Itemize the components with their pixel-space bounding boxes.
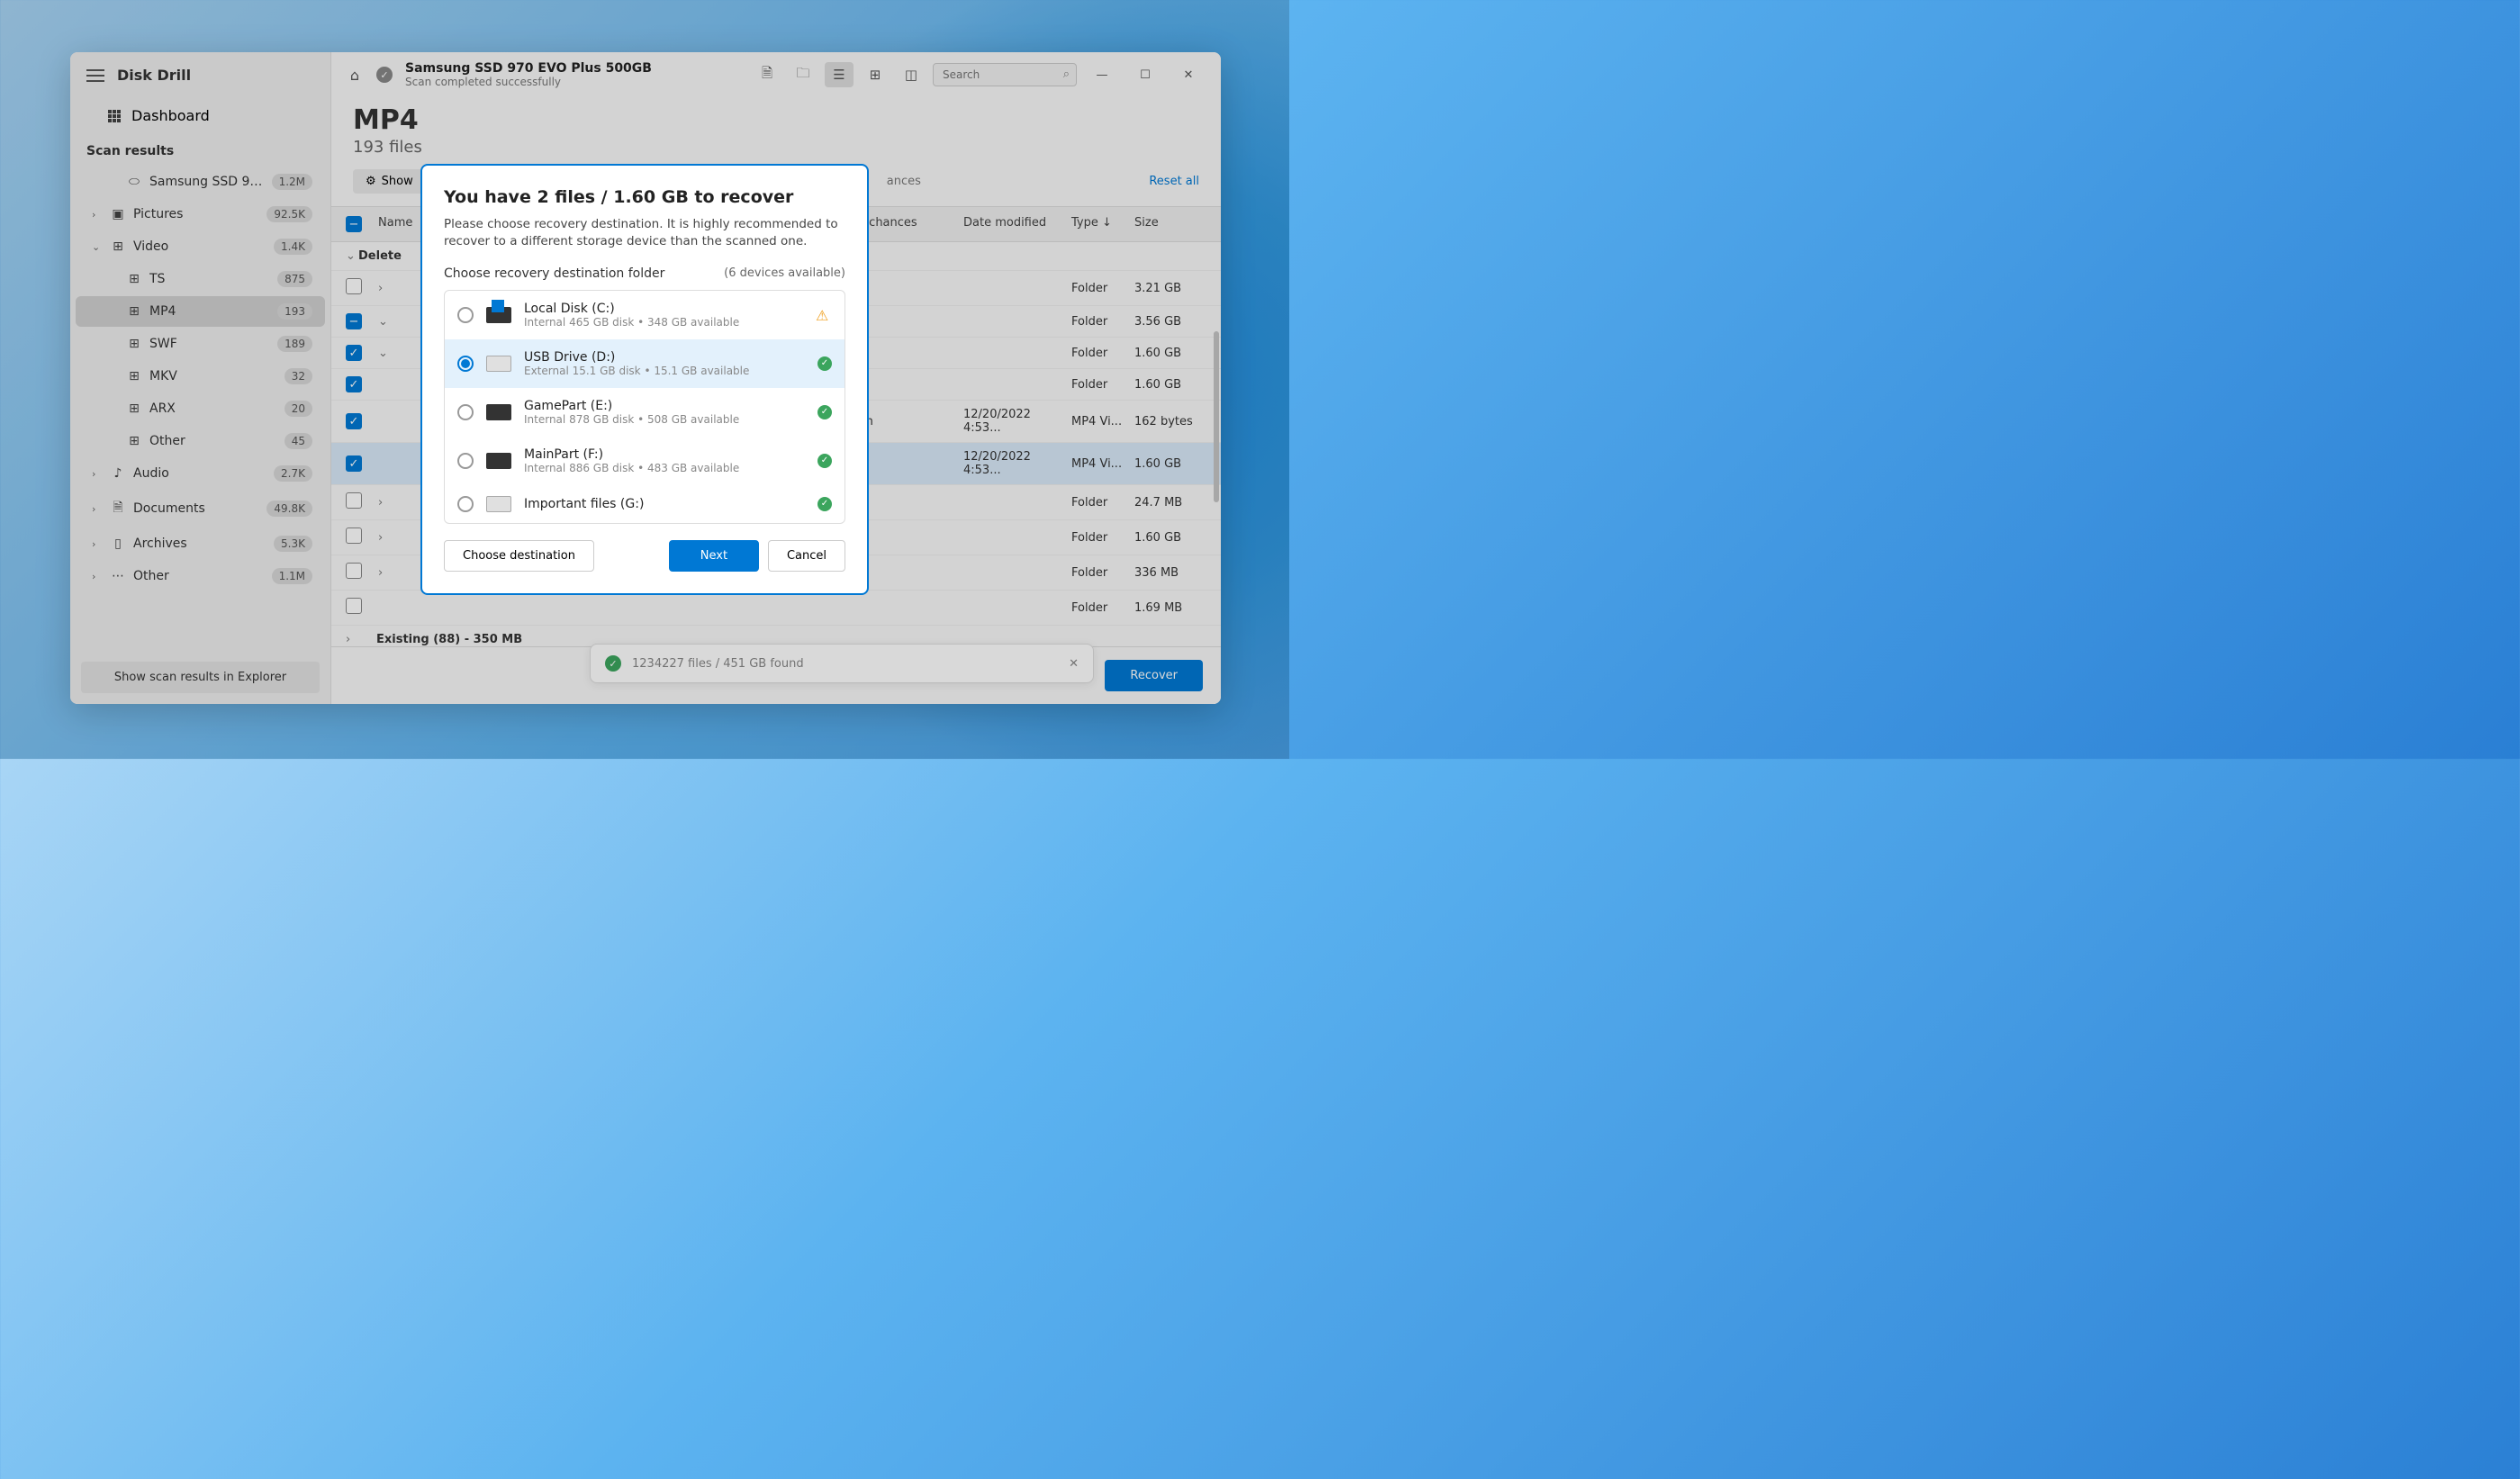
radio-button[interactable] [457, 356, 474, 372]
device-option[interactable]: GamePart (E:)Internal 878 GB disk • 508 … [445, 388, 845, 437]
choose-destination-button[interactable]: Choose destination [444, 540, 594, 572]
warning-icon: ⚠ [816, 307, 832, 323]
cancel-button[interactable]: Cancel [768, 540, 845, 572]
modal-description: Please choose recovery destination. It i… [444, 216, 845, 250]
modal-overlay: You have 2 files / 1.60 GB to recover Pl… [0, 0, 1289, 759]
drive-icon [486, 496, 511, 512]
usb-drive-icon [486, 356, 511, 372]
device-list[interactable]: Local Disk (C:)Internal 465 GB disk • 34… [444, 290, 845, 524]
device-option[interactable]: USB Drive (D:)External 15.1 GB disk • 15… [445, 339, 845, 388]
radio-button[interactable] [457, 453, 474, 469]
check-icon: ✓ [817, 497, 832, 511]
modal-subheading: Choose recovery destination folder [444, 266, 664, 281]
check-icon: ✓ [817, 356, 832, 371]
drive-icon [486, 404, 511, 420]
check-icon: ✓ [817, 405, 832, 419]
device-option[interactable]: MainPart (F:)Internal 886 GB disk • 483 … [445, 437, 845, 485]
recovery-destination-modal: You have 2 files / 1.60 GB to recover Pl… [420, 164, 869, 595]
device-option[interactable]: Local Disk (C:)Internal 465 GB disk • 34… [445, 291, 845, 339]
radio-button[interactable] [457, 404, 474, 420]
radio-button[interactable] [457, 496, 474, 512]
modal-title: You have 2 files / 1.60 GB to recover [444, 187, 845, 207]
next-button[interactable]: Next [669, 540, 759, 572]
windows-drive-icon [486, 307, 511, 323]
device-count: (6 devices available) [724, 266, 845, 281]
check-icon: ✓ [817, 454, 832, 468]
radio-button[interactable] [457, 307, 474, 323]
drive-icon [486, 453, 511, 469]
device-option[interactable]: Important files (G:) ✓ [445, 485, 845, 523]
